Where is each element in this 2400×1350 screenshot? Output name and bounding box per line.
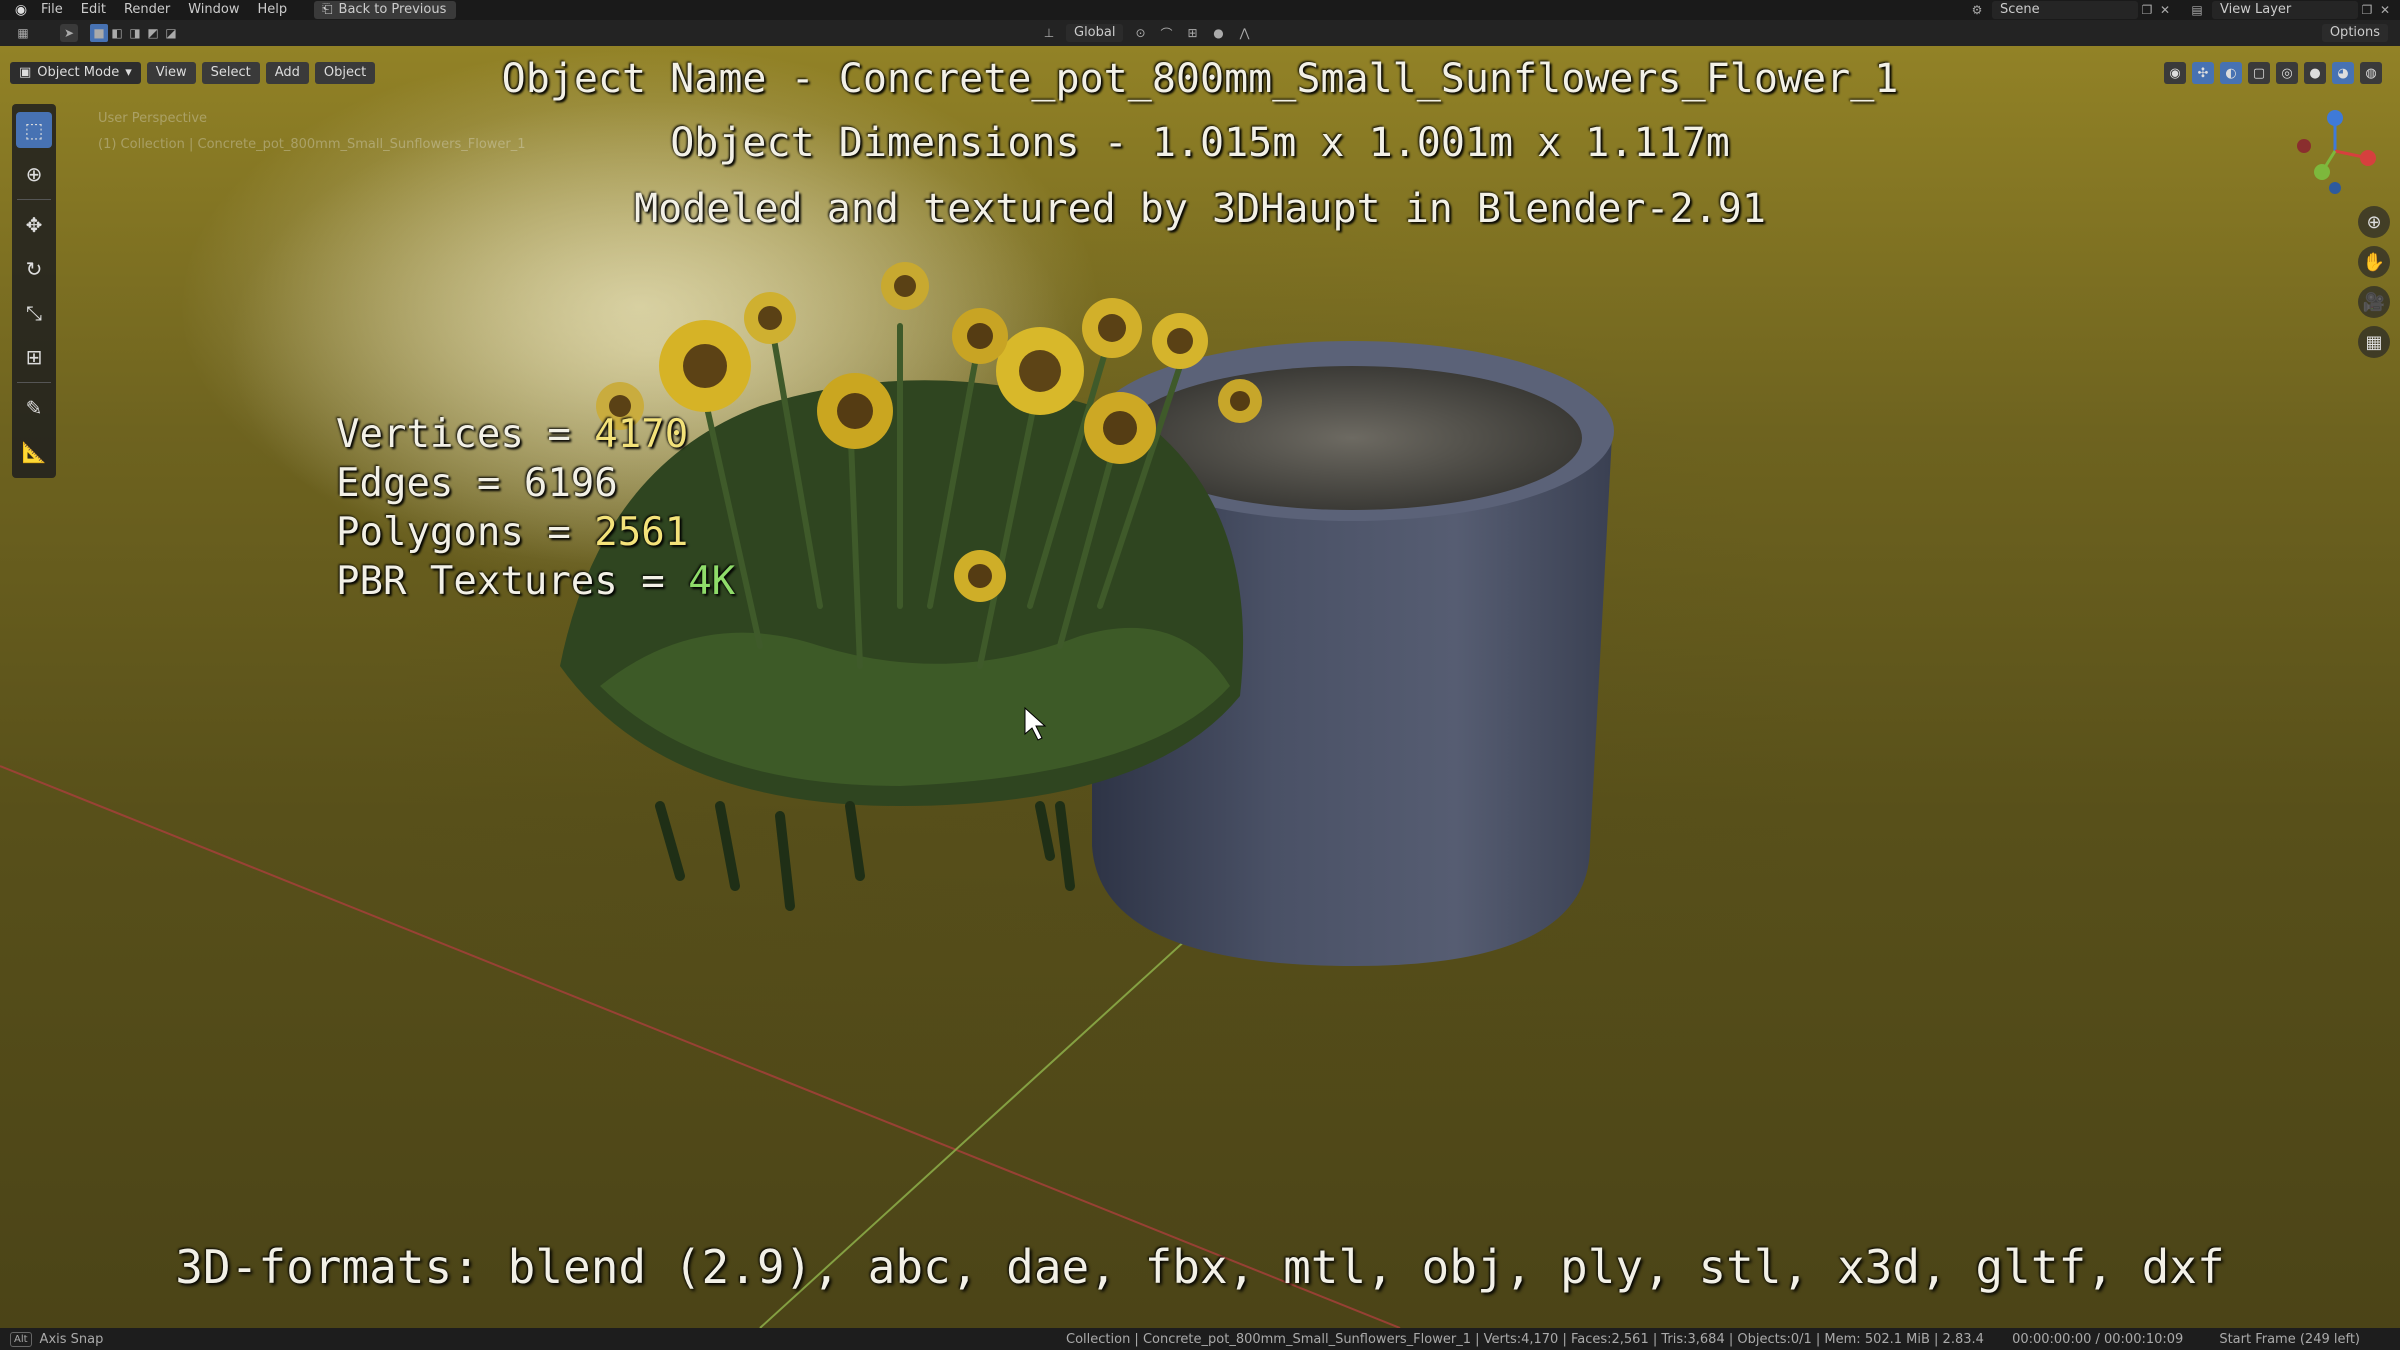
y-axis-icon[interactable] bbox=[2314, 164, 2330, 180]
status-hint: Alt Axis Snap bbox=[10, 1331, 104, 1347]
edges-value: 6196 bbox=[523, 461, 618, 506]
polygons-row: Polygons = 2561 bbox=[336, 508, 735, 557]
snap-target-icon[interactable]: ⊞ bbox=[1183, 24, 1201, 42]
textures-label: PBR Textures = bbox=[336, 559, 689, 604]
menu-render[interactable]: Render bbox=[115, 0, 179, 20]
blender-logo-icon[interactable]: ◉ bbox=[10, 0, 32, 20]
scene-statistics: Collection | Concrete_pot_800mm_Small_Su… bbox=[1066, 1332, 1984, 1347]
menu-window[interactable]: Window bbox=[179, 0, 248, 20]
select-new-icon[interactable]: ■ bbox=[90, 24, 108, 42]
viewport-header-bar: ▦ ➤ ■ ◧ ◨ ◩ ◪ ⊥ Global ⊙ ⌒ ⊞ ● ⋀ Options bbox=[0, 20, 2400, 46]
rotate-tool-icon[interactable]: ↻ bbox=[16, 251, 52, 287]
delete-scene-icon[interactable]: ✕ bbox=[2156, 1, 2174, 19]
select-intersect-icon[interactable]: ◪ bbox=[162, 24, 180, 42]
playback-time: 00:00:00:00 / 00:00:10:09 bbox=[2012, 1332, 2184, 1347]
measure-tool-icon[interactable]: 📐 bbox=[16, 434, 52, 470]
credit-text: Modeled and textured by 3DHaupt in Blend… bbox=[634, 186, 1766, 232]
back-to-previous-button[interactable]: ⎗ Back to Previous bbox=[314, 1, 457, 19]
editor-type-icon[interactable]: ▦ bbox=[14, 24, 32, 42]
menu-file[interactable]: File bbox=[32, 0, 72, 20]
scene-field[interactable]: Scene bbox=[1992, 1, 2138, 19]
menu-edit[interactable]: Edit bbox=[72, 0, 115, 20]
transform-orientation-dropdown[interactable]: Global bbox=[1066, 24, 1124, 42]
back-icon: ⎗ bbox=[322, 2, 333, 17]
edges-row: Edges = 6196 bbox=[336, 459, 735, 508]
back-to-previous-label: Back to Previous bbox=[338, 2, 447, 17]
pan-hand-icon[interactable]: ✋ bbox=[2358, 246, 2390, 278]
transform-tool-icon[interactable]: ⊞ bbox=[16, 339, 52, 375]
scene-render bbox=[0, 46, 1614, 1328]
tool-divider bbox=[17, 382, 51, 383]
select-subtract-icon[interactable]: ◨ bbox=[126, 24, 144, 42]
view-layer-icon[interactable]: ▤ bbox=[2188, 1, 2206, 19]
delete-view-layer-icon[interactable]: ✕ bbox=[2376, 1, 2394, 19]
textures-row: PBR Textures = 4K bbox=[336, 557, 735, 606]
scene-controls: ⚙ Scene ❐ ✕ ▤ View Layer ❐ ✕ bbox=[1968, 0, 2400, 20]
view-layer-field[interactable]: View Layer bbox=[2212, 1, 2358, 19]
object-name-text: Object Name - Concrete_pot_800mm_Small_S… bbox=[501, 56, 1899, 102]
new-view-layer-icon[interactable]: ❐ bbox=[2358, 1, 2376, 19]
annotate-tool-icon[interactable]: ✎ bbox=[16, 390, 52, 426]
vertices-value: 4170 bbox=[594, 412, 689, 457]
new-scene-icon[interactable]: ❐ bbox=[2138, 1, 2156, 19]
falloff-icon[interactable]: ⋀ bbox=[1235, 24, 1253, 42]
axis-snap-label: Axis Snap bbox=[39, 1331, 104, 1347]
vertices-label: Vertices = bbox=[336, 412, 595, 457]
scene-icon[interactable]: ⚙ bbox=[1968, 1, 1986, 19]
object-dimensions-text: Object Dimensions - 1.015m x 1.001m x 1.… bbox=[670, 120, 1730, 166]
scale-tool-icon[interactable]: ⤡ bbox=[16, 295, 52, 331]
textures-value: 4K bbox=[688, 559, 736, 604]
timeline-info: 00:00:00:00 / 00:00:10:09 Start Frame (2… bbox=[2012, 1332, 2360, 1347]
mesh-stats: Vertices = 4170 Edges = 6196 Polygons = … bbox=[336, 410, 735, 606]
transform-controls: ⊥ Global ⊙ ⌒ ⊞ ● ⋀ bbox=[1040, 24, 1253, 42]
proportional-edit-icon[interactable]: ● bbox=[1209, 24, 1227, 42]
polygons-value: 2561 bbox=[594, 510, 689, 555]
snap-icon[interactable]: ⌒ bbox=[1157, 24, 1175, 42]
vertices-row: Vertices = 4170 bbox=[336, 410, 735, 459]
status-bar: Alt Axis Snap Collection | Concrete_pot_… bbox=[0, 1328, 2400, 1350]
select-invert-icon[interactable]: ◩ bbox=[144, 24, 162, 42]
edges-label: Edges = bbox=[336, 461, 524, 506]
top-menu-bar: ◉ File Edit Render Window Help ⎗ Back to… bbox=[0, 0, 2400, 20]
polygons-label: Polygons = bbox=[336, 510, 595, 555]
alt-key-badge: Alt bbox=[10, 1331, 32, 1347]
formats-text: 3D-formats: blend (2.9), abc, dae, fbx, … bbox=[175, 1240, 2225, 1294]
menu-help[interactable]: Help bbox=[249, 0, 297, 20]
options-dropdown[interactable]: Options bbox=[2321, 24, 2388, 42]
3d-viewport[interactable]: ▣ Object Mode ▾ View Select Add Object U… bbox=[0, 46, 2400, 1328]
pivot-point-icon[interactable]: ⊙ bbox=[1131, 24, 1149, 42]
select-extend-icon[interactable]: ◧ bbox=[108, 24, 126, 42]
start-frame-info: Start Frame (249 left) bbox=[2219, 1332, 2360, 1347]
ortho-grid-icon[interactable]: ▦ bbox=[2358, 326, 2390, 358]
orientation-icon: ⊥ bbox=[1043, 26, 1055, 40]
camera-view-icon[interactable]: 🎥 bbox=[2358, 286, 2390, 318]
select-tool-icon[interactable]: ➤ bbox=[60, 24, 78, 42]
